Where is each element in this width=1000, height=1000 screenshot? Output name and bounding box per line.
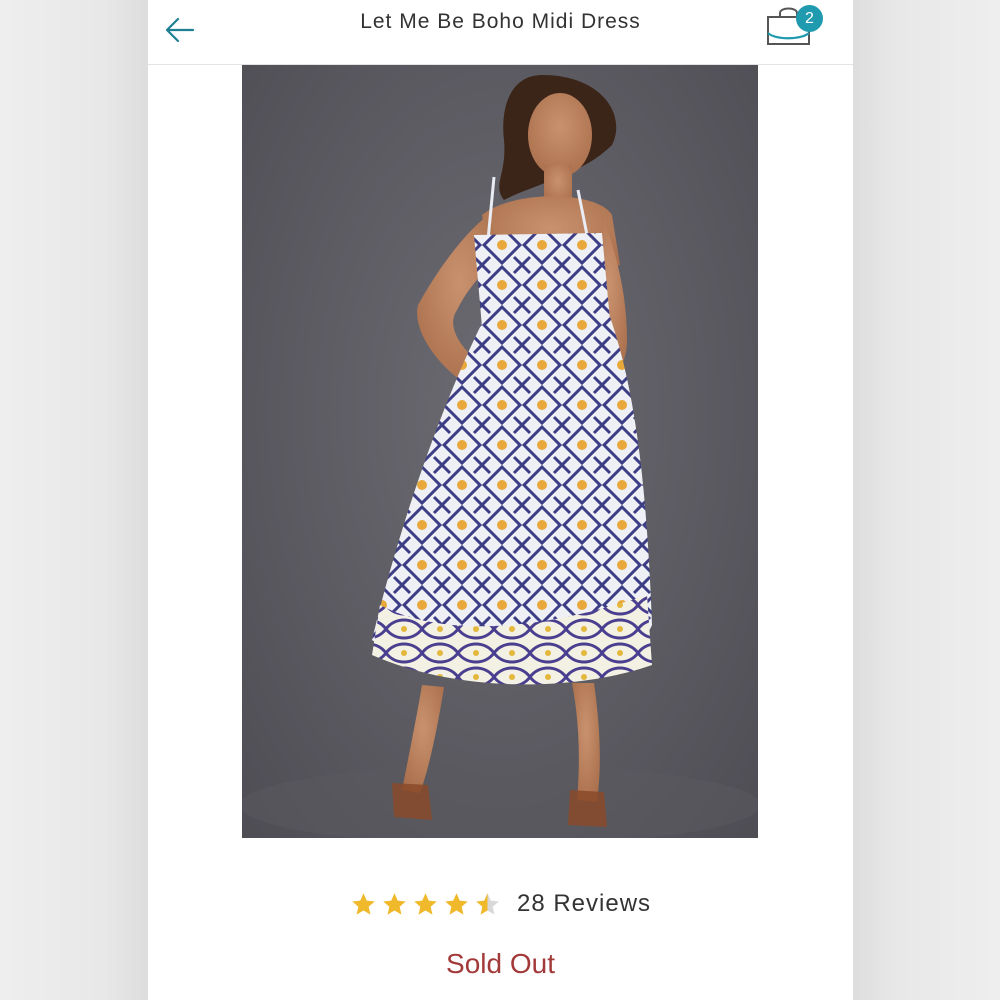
top-bar: Let Me Be Boho Midi Dress 2: [148, 0, 853, 65]
star-rating: [350, 891, 501, 918]
star-icon: [445, 892, 468, 915]
dress-model-illustration: [242, 75, 758, 838]
reviews-link[interactable]: 28 Reviews: [517, 890, 651, 918]
background-blur-right: [852, 0, 1000, 1000]
product-image[interactable]: [242, 65, 758, 838]
rating-row[interactable]: 28 Reviews: [148, 890, 853, 918]
half-star-icon: [476, 892, 499, 915]
background-blur-left: [0, 0, 148, 1000]
star-icon: [383, 892, 406, 915]
arrow-left-icon: [165, 17, 195, 43]
back-button[interactable]: [160, 10, 200, 50]
star-icon: [352, 892, 375, 915]
page-title: Let Me Be Boho Midi Dress: [360, 10, 641, 33]
availability-status: Sold Out: [446, 948, 555, 979]
product-screen: Let Me Be Boho Midi Dress 2 28 Reviews S…: [148, 0, 853, 1000]
cart-count-badge: 2: [796, 5, 823, 32]
star-icon: [414, 892, 437, 915]
